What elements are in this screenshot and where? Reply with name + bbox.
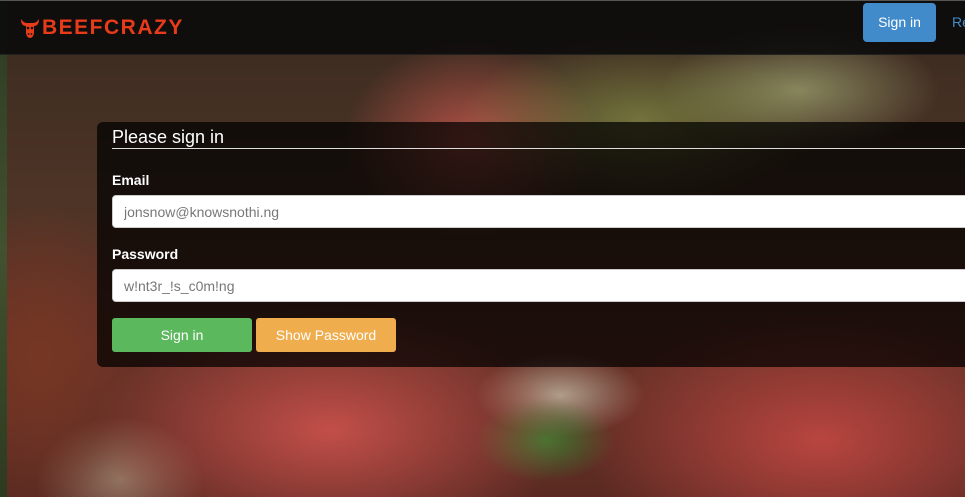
show-password-button[interactable]: Show Password (256, 318, 396, 352)
brand-logo[interactable]: BEEFCRAZY (20, 14, 184, 42)
title-divider (112, 148, 965, 149)
nav-register-link[interactable]: Re (952, 3, 965, 42)
panel-title: Please sign in (112, 127, 225, 147)
background-edge (0, 0, 7, 497)
page: BEEFCRAZY Sign in Re Please sign in Emai… (0, 0, 965, 497)
email-field[interactable] (112, 195, 965, 228)
navbar: BEEFCRAZY Sign in Re (0, 0, 965, 55)
password-field[interactable] (112, 269, 965, 302)
password-label: Password (112, 246, 179, 262)
bull-head-icon (20, 17, 40, 39)
signin-button[interactable]: Sign in (112, 318, 252, 352)
signin-panel: Please sign in Email Password Sign in Sh… (97, 122, 965, 367)
nav-signin-button[interactable]: Sign in (863, 3, 936, 42)
email-label: Email (112, 172, 150, 188)
brand-name: BEEFCRAZY (42, 16, 184, 39)
